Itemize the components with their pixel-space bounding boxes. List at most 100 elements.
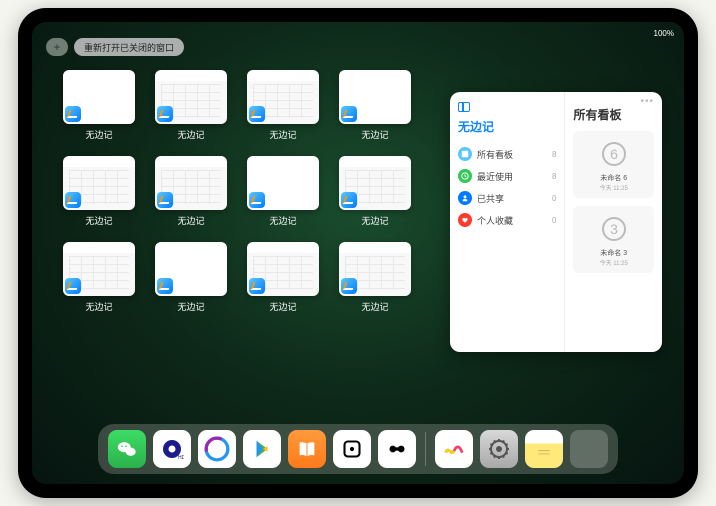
board-preview: 3 xyxy=(594,212,634,246)
screen: 100% + 重新打开已关闭的窗口 无边记无边记无边记无边记无边记无边记无边记无… xyxy=(32,22,684,484)
thumbnail-preview xyxy=(155,242,227,296)
thumbnail-preview xyxy=(155,70,227,124)
panel-section-title: 所有看板 xyxy=(573,106,654,123)
board-name: 未命名 6 xyxy=(600,173,627,183)
thumbnail-preview xyxy=(63,156,135,210)
app-thumbnail[interactable]: 无边记 xyxy=(244,242,322,322)
app-thumbnail[interactable]: 无边记 xyxy=(244,70,322,150)
heart-icon xyxy=(458,213,472,227)
freeform-app-icon xyxy=(65,106,81,122)
sidebar-item[interactable]: 所有看板8 xyxy=(458,143,556,165)
freeform-app-icon xyxy=(249,192,265,208)
app-thumbnail[interactable]: 无边记 xyxy=(336,156,414,236)
app-thumbnail[interactable]: 无边记 xyxy=(336,70,414,150)
freeform-app-icon xyxy=(341,106,357,122)
app-thumbnail[interactable]: 无边记 xyxy=(60,156,138,236)
thumbnail-label: 无边记 xyxy=(85,128,112,141)
sidebar-item-label: 最近使用 xyxy=(477,170,513,183)
freeform-app-panel[interactable]: 无边记 所有看板8 最近使用 8 已共享 0 个人收藏 0 ••• 所有看板 6 未命名 6 今… xyxy=(450,92,662,352)
dock-freeform-icon[interactable] xyxy=(435,430,473,468)
sidebar-item-label: 所有看板 xyxy=(477,148,513,161)
thumbnail-label: 无边记 xyxy=(269,300,296,313)
freeform-app-icon xyxy=(157,278,173,294)
new-window-button[interactable]: + xyxy=(46,38,68,56)
app-thumbnail[interactable]: 无边记 xyxy=(152,70,230,150)
thumbnail-label: 无边记 xyxy=(361,214,388,227)
sidebar-toggle-icon[interactable] xyxy=(458,102,470,112)
thumbnail-preview xyxy=(155,156,227,210)
svg-text:6: 6 xyxy=(610,146,618,162)
freeform-app-icon xyxy=(249,106,265,122)
dock-books-icon[interactable] xyxy=(288,430,326,468)
thumbnail-label: 无边记 xyxy=(269,128,296,141)
app-thumbnail[interactable]: 无边记 xyxy=(152,242,230,322)
board-preview: 6 xyxy=(594,137,634,171)
dock-qq-icon[interactable] xyxy=(198,430,236,468)
thumbnail-preview xyxy=(63,242,135,296)
panel-app-title: 无边记 xyxy=(458,118,556,135)
app-thumbnail[interactable]: 无边记 xyxy=(244,156,322,236)
freeform-app-icon xyxy=(341,278,357,294)
freeform-app-icon xyxy=(341,192,357,208)
freeform-app-icon xyxy=(157,106,173,122)
freeform-app-icon xyxy=(249,278,265,294)
thumbnail-preview xyxy=(339,242,411,296)
clock-icon xyxy=(458,169,472,183)
square-icon xyxy=(458,147,472,161)
app-thumbnail[interactable]: 无边记 xyxy=(152,156,230,236)
sidebar-item[interactable]: 已共享 0 xyxy=(458,187,556,209)
thumbnail-preview xyxy=(63,70,135,124)
thumbnail-label: 无边记 xyxy=(269,214,296,227)
svg-text:3: 3 xyxy=(610,221,618,237)
dock-settings-icon[interactable] xyxy=(480,430,518,468)
thumbnail-preview xyxy=(247,70,319,124)
person-icon xyxy=(458,191,472,205)
panel-sidebar: 无边记 所有看板8 最近使用 8 已共享 0 个人收藏 0 xyxy=(450,92,565,352)
sidebar-item-count: 0 xyxy=(552,194,556,203)
freeform-app-icon xyxy=(65,192,81,208)
thumbnail-label: 无边记 xyxy=(361,300,388,313)
app-thumbnail[interactable]: 无边记 xyxy=(60,242,138,322)
dock-camera-icon[interactable] xyxy=(378,430,416,468)
board-card[interactable]: 3 未命名 3今天 11:25 xyxy=(573,206,654,273)
dock-separator xyxy=(425,432,426,466)
dock-folder-icon[interactable] xyxy=(570,430,608,468)
freeform-app-icon xyxy=(65,278,81,294)
dock: HD xyxy=(98,424,618,474)
board-name: 未命名 3 xyxy=(600,248,627,258)
freeform-app-icon xyxy=(157,192,173,208)
sidebar-item[interactable]: 个人收藏 0 xyxy=(458,209,556,231)
thumbnail-label: 无边记 xyxy=(85,214,112,227)
svg-text:HD: HD xyxy=(178,455,184,461)
more-icon[interactable]: ••• xyxy=(640,96,654,107)
app-thumbnail[interactable]: 无边记 xyxy=(60,70,138,150)
dock-wechat-icon[interactable] xyxy=(108,430,146,468)
sidebar-item-count: 0 xyxy=(552,216,556,225)
thumbnail-preview xyxy=(247,242,319,296)
board-time: 今天 11:25 xyxy=(600,258,628,267)
thumbnail-label: 无边记 xyxy=(177,300,204,313)
app-thumbnail[interactable]: 无边记 xyxy=(336,242,414,322)
thumbnail-label: 无边记 xyxy=(177,214,204,227)
thumbnail-preview xyxy=(339,70,411,124)
reopen-closed-window-button[interactable]: 重新打开已关闭的窗口 xyxy=(74,38,184,56)
sidebar-item-count: 8 xyxy=(552,172,556,181)
dock-quark-icon[interactable]: HD xyxy=(153,430,191,468)
dock-play-icon[interactable] xyxy=(243,430,281,468)
sidebar-item-label: 个人收藏 xyxy=(477,214,513,227)
dock-dice-icon[interactable] xyxy=(333,430,371,468)
sidebar-item[interactable]: 最近使用 8 xyxy=(458,165,556,187)
ipad-frame: 100% + 重新打开已关闭的窗口 无边记无边记无边记无边记无边记无边记无边记无… xyxy=(18,8,698,498)
top-controls: + 重新打开已关闭的窗口 xyxy=(46,38,184,56)
thumbnail-preview xyxy=(247,156,319,210)
app-switcher-grid: 无边记无边记无边记无边记无边记无边记无边记无边记无边记无边记无边记无边记 xyxy=(60,70,414,322)
dock-notes-icon[interactable] xyxy=(525,430,563,468)
thumbnail-label: 无边记 xyxy=(85,300,112,313)
status-battery: 100% xyxy=(654,29,674,38)
thumbnail-label: 无边记 xyxy=(361,128,388,141)
board-card[interactable]: 6未命名 6今天 11:25 xyxy=(573,131,654,198)
thumbnail-preview xyxy=(339,156,411,210)
thumbnail-label: 无边记 xyxy=(177,128,204,141)
panel-content: ••• 所有看板 6 未命名 6 今天 11:253 未命名 3今天 11:25 xyxy=(565,92,662,352)
sidebar-item-label: 已共享 xyxy=(477,192,504,205)
